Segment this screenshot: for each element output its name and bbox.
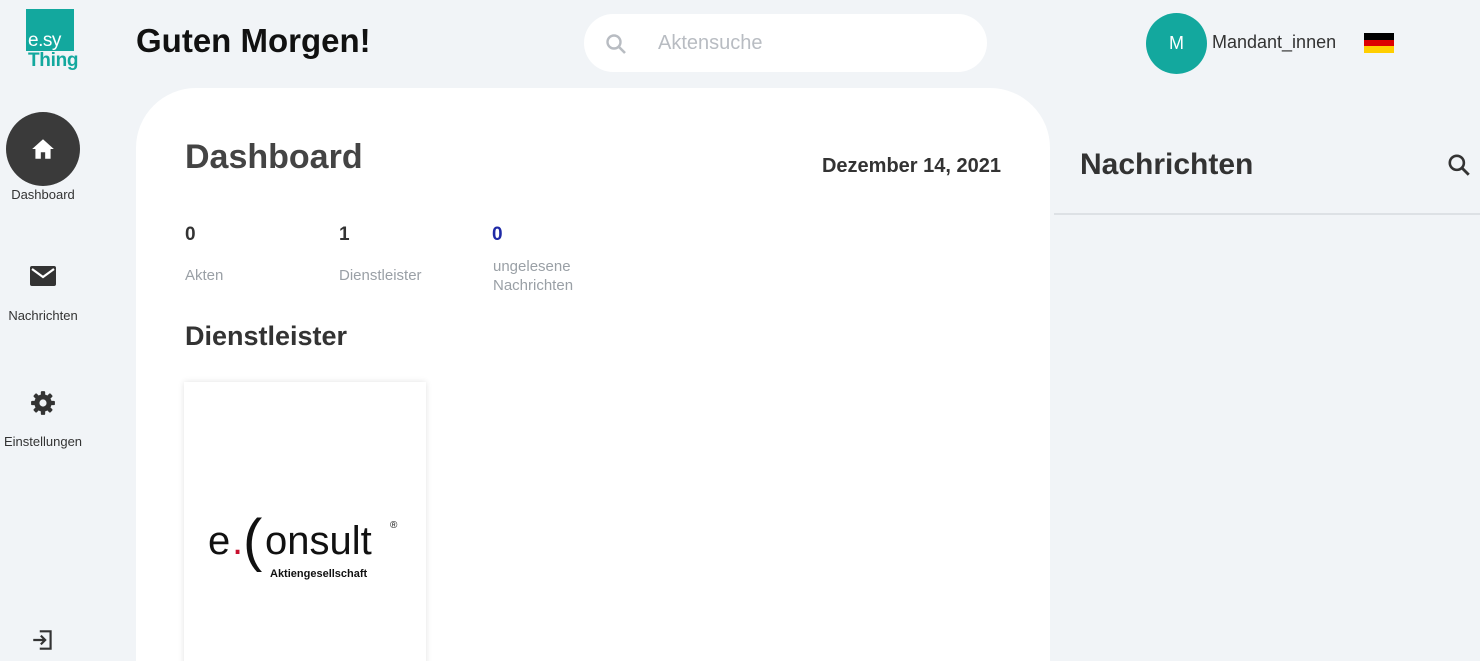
- logo-text-bottom: Thing: [28, 50, 79, 71]
- avatar[interactable]: M: [1146, 13, 1207, 74]
- sidebar-item-label: Einstellungen: [3, 434, 83, 449]
- search-icon: [606, 34, 626, 54]
- logo-main-text: onsult: [265, 519, 372, 563]
- search-input[interactable]: [658, 28, 958, 58]
- stat-unread-label-line1: ungelesene: [493, 258, 571, 275]
- current-date: Dezember 14, 2021: [821, 155, 1001, 177]
- logo-paren: (: [243, 510, 262, 573]
- home-icon: [6, 112, 80, 186]
- logo-registered: ®: [390, 520, 398, 531]
- german-flag-icon[interactable]: [1364, 33, 1394, 53]
- messages-panel-title: Nachrichten: [1080, 148, 1254, 181]
- econsult-logo: e . ( onsult ® Aktiengesellschaft: [208, 510, 398, 580]
- providers-section-title: Dienstleister: [185, 321, 348, 351]
- envelope-icon: [23, 262, 63, 290]
- stat-unread-label-line2: Nachrichten: [493, 277, 574, 294]
- messages-panel-divider: [1054, 213, 1480, 215]
- app-logo[interactable]: e.sy Thing: [26, 9, 79, 71]
- sidebar-item-label: Nachrichten: [8, 308, 78, 323]
- logo-dot: .: [232, 519, 243, 563]
- gear-icon: [23, 388, 63, 418]
- stat-unread-label: ungelesene Nachrichten: [493, 257, 573, 295]
- logout-icon: [33, 630, 52, 650]
- logo-subtitle: Aktiengesellschaft: [270, 568, 368, 580]
- page-title: Dashboard: [185, 138, 363, 176]
- page-greeting: Guten Morgen!: [136, 22, 371, 59]
- stat-providers-count: 1: [339, 224, 350, 245]
- stat-files-count: 0: [185, 224, 196, 245]
- stat-files-label: Akten: [185, 267, 224, 284]
- sidebar-item-messages[interactable]: Nachrichten: [0, 262, 86, 323]
- search-bar[interactable]: [584, 14, 987, 72]
- sidebar-item-settings[interactable]: Einstellungen: [0, 388, 86, 449]
- user-name[interactable]: Mandant_innen: [1212, 32, 1336, 53]
- sidebar-item-label: Dashboard: [11, 187, 75, 202]
- logo-letter-e: e: [208, 519, 230, 563]
- stat-providers-label: Dienstleister: [339, 267, 422, 284]
- logo-text-top: e.sy: [28, 30, 61, 51]
- provider-card-econsult[interactable]: e . ( onsult ® Aktiengesellschaft: [184, 382, 426, 661]
- logout-button[interactable]: [30, 627, 56, 653]
- sidebar-item-dashboard[interactable]: Dashboard: [0, 112, 86, 202]
- messages-search-icon[interactable]: [1446, 152, 1472, 178]
- stat-unread-count[interactable]: 0: [492, 224, 503, 246]
